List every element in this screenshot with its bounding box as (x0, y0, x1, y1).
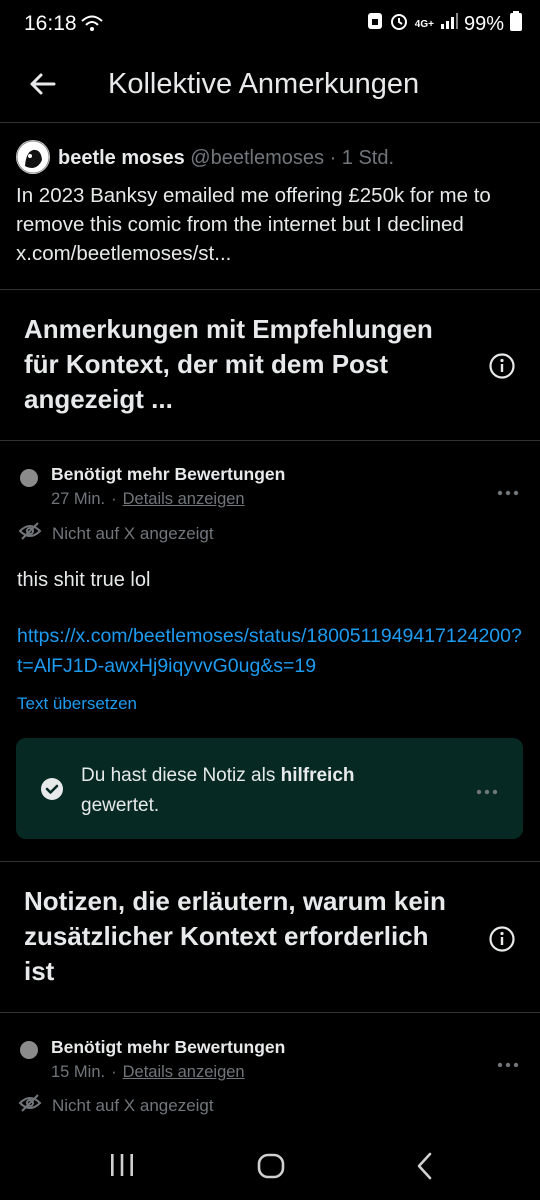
rated-pre: Du hast diese Notiz als (81, 765, 281, 786)
network-type: 4G+ (414, 18, 434, 30)
system-nav-bar (0, 1130, 540, 1200)
rating-options-icon[interactable] (475, 784, 499, 795)
note-status: Benötigt mehr Bewertungen (51, 464, 286, 484)
note-text: this shit true lol (17, 569, 151, 591)
check-icon (41, 778, 63, 800)
info-icon[interactable] (488, 925, 516, 953)
section-title: Anmerkungen mit Empfehlungen für Kontext… (24, 314, 433, 414)
avatar[interactable] (16, 140, 50, 174)
status-bar: 16:18 4G+ 99% (0, 0, 540, 48)
not-shown-label: Nicht auf X angezeigt (52, 523, 214, 543)
note-meta: 27 Min. · Details anzeigen (51, 490, 245, 509)
signal-icon (440, 12, 458, 36)
not-shown-label: Nicht auf X angezeigt (52, 1095, 214, 1115)
lock-badge-icon (367, 11, 383, 37)
more-options-icon[interactable] (496, 485, 520, 496)
rated-helpful-box: Du hast diese Notiz als hilfreich gewert… (16, 738, 523, 839)
note-link[interactable]: https://x.com/beetlemoses/status/1800511… (17, 621, 527, 681)
meta-separator: · (111, 1063, 117, 1081)
rated-text: Du hast diese Notiz als hilfreich gewert… (81, 761, 411, 821)
author-handle[interactable]: @beetlemoses (190, 147, 324, 169)
section-header-context: Anmerkungen mit Empfehlungen für Kontext… (0, 290, 540, 441)
battery-percent: 99% (463, 12, 504, 35)
alarm-icon (389, 11, 409, 37)
eye-off-icon (18, 1093, 42, 1118)
section-header-no-context: Notizen, die erläutern, warum kein zusät… (0, 862, 540, 1013)
status-time: 16:18 (24, 12, 77, 35)
more-options-icon[interactable] (496, 1057, 520, 1068)
eye-off-icon (18, 521, 42, 546)
status-dot (20, 1041, 38, 1059)
post-header: beetle moses @beetlemoses · 1 Std. (58, 147, 394, 170)
post-text: In 2023 Banksy emailed me offering £250k… (16, 184, 491, 265)
back-nav-icon[interactable] (412, 1151, 438, 1186)
note-card: Benötigt mehr Bewertungen 15 Min. · Detail… (0, 1013, 540, 1130)
source-post[interactable]: beetle moses @beetlemoses · 1 Std. In 20… (0, 123, 540, 290)
note-meta: 15 Min. · Details anzeigen (51, 1063, 245, 1082)
rated-post: gewertet. (81, 795, 160, 816)
post-time: · 1 Std. (329, 147, 395, 169)
note-card: Benötigt mehr Bewertungen 27 Min. · Detail… (0, 441, 540, 862)
not-shown-row: Nicht auf X angezeigt (18, 521, 214, 546)
author-name[interactable]: beetle moses (58, 147, 185, 169)
status-dot (20, 469, 38, 487)
top-bar: Kollektive Anmerkungen (0, 48, 540, 123)
not-shown-row: Nicht auf X angezeigt (18, 1093, 214, 1118)
recent-apps-icon[interactable] (108, 1152, 136, 1183)
details-link[interactable]: Details anzeigen (123, 490, 245, 508)
rated-helpful: hilfreich (280, 765, 355, 786)
hotspot-icon (80, 14, 104, 39)
page-title: Kollektive Anmerkungen (108, 68, 420, 100)
meta-separator: · (111, 490, 117, 508)
home-icon[interactable] (256, 1152, 286, 1185)
note-age: 27 Min. (51, 490, 106, 508)
translate-link[interactable]: Text übersetzen (17, 694, 137, 714)
details-link[interactable]: Details anzeigen (123, 1063, 245, 1081)
section-title: Notizen, die erläutern, warum kein zusät… (24, 886, 446, 986)
info-icon[interactable] (488, 352, 516, 380)
note-age: 15 Min. (51, 1063, 106, 1081)
back-arrow-icon[interactable] (22, 64, 62, 104)
battery-icon (510, 11, 522, 37)
note-status: Benötigt mehr Bewertungen (51, 1037, 286, 1057)
